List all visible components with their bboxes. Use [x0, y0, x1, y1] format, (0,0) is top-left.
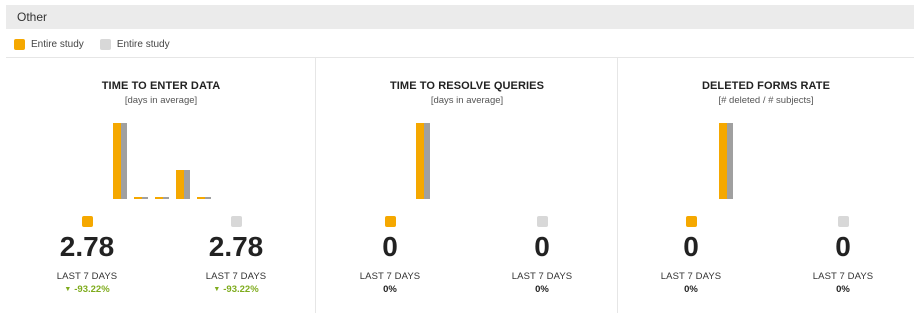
metric-change: 0%: [535, 284, 549, 295]
legend-item-secondary[interactable]: Entire study: [99, 38, 170, 50]
chart-bar-secondary: [205, 197, 211, 199]
metric-primary: 0 LAST 7 DAYS 0%: [631, 216, 751, 295]
panel-title: DELETED FORMS RATE: [701, 80, 831, 92]
metric-period-label: LAST 7 DAYS: [359, 271, 421, 282]
mini-bar-chart: [6, 118, 316, 200]
metric-change: 0%: [836, 284, 850, 295]
mini-bar-chart: [618, 118, 914, 200]
metric-change: ▼ -93.22%: [27, 284, 147, 295]
metric-value: 0: [683, 231, 699, 262]
metric-secondary: 0 LAST 7 DAYS 0%: [783, 216, 903, 295]
section-header[interactable]: Other: [6, 5, 914, 29]
legend-label-primary: Entire study: [31, 38, 84, 50]
chart-bar-secondary: [727, 123, 733, 199]
metric-change: 0%: [383, 284, 397, 295]
chart-bar-primary: [416, 123, 424, 199]
panel-title: TIME TO RESOLVE QUERIES: [389, 80, 545, 92]
chart-bar-secondary: [424, 123, 430, 199]
metric-swatch-primary: [384, 216, 396, 227]
metric-swatch-primary: [685, 216, 697, 227]
legend-label-secondary: Entire study: [116, 38, 170, 50]
down-arrow-icon: ▼: [64, 286, 72, 293]
panel-title: TIME TO ENTER DATA: [101, 80, 221, 92]
metric-swatch-secondary: [837, 216, 849, 227]
section-title: Other: [17, 10, 48, 24]
panel-time-to-enter-data: TIME TO ENTER DATA [days in average] 2.7…: [6, 58, 316, 313]
legend-swatch-secondary: [99, 38, 111, 50]
metric-value: 2.78: [59, 231, 115, 262]
chart-bar-primary: [176, 170, 184, 199]
panel-subtitle: [# deleted / # subjects]: [718, 95, 814, 106]
metric-change-value: -93.22%: [223, 284, 259, 295]
chart-bar-secondary: [121, 123, 127, 199]
chart-bar-primary: [719, 123, 727, 199]
legend: Entire study Entire study: [14, 37, 186, 51]
chart-bar-secondary: [142, 197, 148, 199]
metric-value: 0: [835, 231, 851, 262]
metric-change: ▼ -93.22%: [176, 284, 296, 295]
metric-swatch-secondary: [230, 216, 242, 227]
metric-change-value: -93.22%: [74, 284, 110, 295]
legend-item-primary[interactable]: Entire study: [14, 38, 84, 50]
chart-bar-primary: [113, 123, 121, 199]
metric-swatch-secondary: [536, 216, 548, 227]
metric-change: 0%: [684, 284, 698, 295]
metric-period-label: LAST 7 DAYS: [812, 271, 874, 282]
panel-time-to-resolve-queries: TIME TO RESOLVE QUERIES [days in average…: [316, 58, 618, 313]
metric-period-label: LAST 7 DAYS: [660, 271, 722, 282]
legend-swatch-primary: [14, 38, 25, 50]
metric-secondary: 0 LAST 7 DAYS 0%: [482, 216, 602, 295]
metric-swatch-primary: [81, 216, 93, 227]
metric-primary: 2.78 LAST 7 DAYS ▼ -93.22%: [27, 216, 147, 295]
metric-period-label: LAST 7 DAYS: [511, 271, 573, 282]
down-arrow-icon: ▼: [213, 286, 221, 293]
panel-deleted-forms-rate: DELETED FORMS RATE [# deleted / # subjec…: [618, 58, 914, 313]
chart-bar-secondary: [163, 197, 169, 199]
chart-bar-primary: [134, 197, 142, 199]
mini-bar-chart: [316, 118, 618, 200]
chart-bar-secondary: [184, 170, 190, 199]
metric-value: 0: [534, 231, 550, 262]
metric-period-label: LAST 7 DAYS: [56, 271, 118, 282]
metric-value: 0: [382, 231, 398, 262]
chart-bar-primary: [197, 197, 205, 199]
metric-value: 2.78: [208, 231, 264, 262]
metric-secondary: 2.78 LAST 7 DAYS ▼ -93.22%: [176, 216, 296, 295]
panel-subtitle: [days in average]: [124, 95, 198, 106]
metric-primary: 0 LAST 7 DAYS 0%: [330, 216, 450, 295]
chart-bar-primary: [155, 197, 163, 199]
metric-period-label: LAST 7 DAYS: [205, 271, 267, 282]
panel-subtitle: [days in average]: [430, 95, 504, 106]
